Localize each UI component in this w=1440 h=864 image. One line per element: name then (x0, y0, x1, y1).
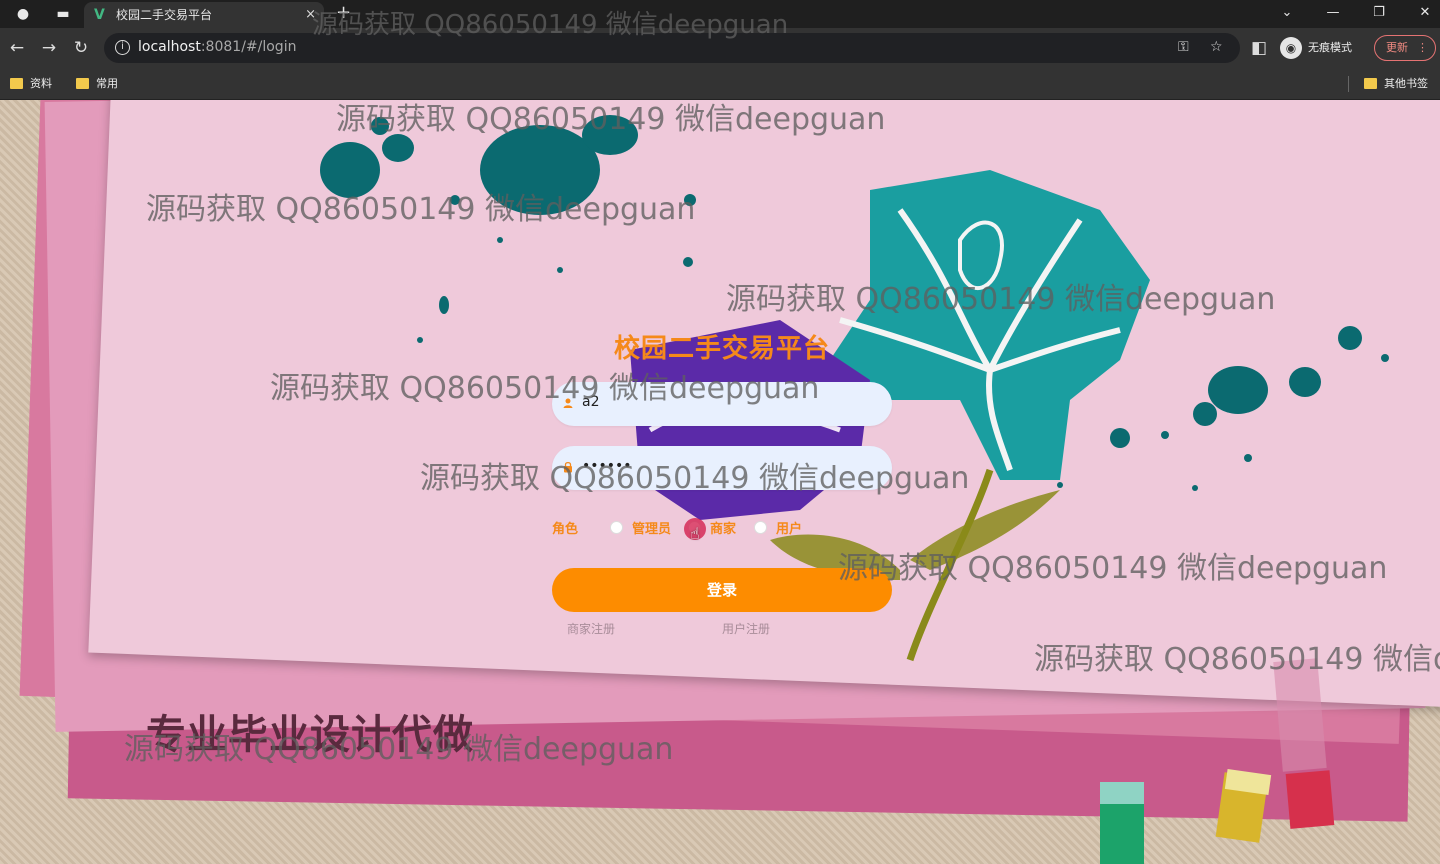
login-button[interactable]: 登录 (552, 568, 892, 612)
bookmark-star-icon[interactable]: ☆ (1210, 39, 1223, 55)
minimize-icon[interactable]: — (1318, 2, 1348, 24)
page-viewport: 校园二手交易平台 a2 •••••• 角色 管理员 商家 用户 ☝ 登录 商家注… (0, 100, 1440, 864)
folder-icon (76, 78, 89, 89)
url-host: localhost (138, 39, 201, 55)
forward-icon[interactable]: → (38, 37, 60, 59)
bookmark-folder-changyong[interactable]: 常用 (74, 74, 118, 94)
merchant-register-link[interactable]: 商家注册 (567, 620, 615, 637)
tab-search-chevron-icon[interactable]: ⌄ (1272, 2, 1302, 24)
back-icon[interactable]: ← (6, 37, 28, 59)
role-radio-admin[interactable] (610, 521, 623, 534)
browser-tab-active[interactable]: V 校园二手交易平台 × (84, 2, 324, 28)
restore-icon[interactable]: ❐ (1364, 2, 1394, 24)
new-tab-icon[interactable]: + (336, 2, 351, 23)
role-label-admin[interactable]: 管理员 (632, 518, 671, 537)
update-label: 更新 (1386, 41, 1408, 54)
address-url[interactable]: localhost:8081/#/login (138, 39, 296, 55)
browser-tab-bar: ● ▬ V 校园二手交易平台 × + ⌄ — ❐ ✕ (0, 0, 1440, 28)
reload-icon[interactable]: ↻ (70, 37, 92, 59)
slogan-text: 专业毕业设计代做 (146, 712, 474, 758)
tab-close-icon[interactable]: × (305, 2, 316, 28)
folder-icon (1364, 78, 1377, 89)
incognito-indicator[interactable]: ◉ 无痕模式 (1280, 36, 1352, 60)
folder-icon (10, 78, 23, 89)
bookmark-label: 常用 (96, 77, 118, 90)
incognito-label: 无痕模式 (1308, 41, 1352, 54)
username-input[interactable]: a2 (552, 382, 892, 426)
bookmarks-bar: 资料 常用 其他书签 (0, 68, 1440, 100)
site-info-icon[interactable]: i (115, 40, 130, 55)
hand-cursor-icon: ☝ (690, 524, 700, 543)
password-input[interactable]: •••••• (552, 446, 892, 490)
key-icon[interactable]: ⚿ (1178, 39, 1189, 55)
page-title: 校园二手交易平台 (613, 334, 830, 364)
other-bookmarks-label: 其他书签 (1384, 77, 1428, 90)
password-value: •••••• (582, 458, 632, 474)
role-label: 角色 (552, 522, 579, 537)
address-bar[interactable]: i localhost:8081/#/login ⚿ ☆ (104, 33, 1240, 63)
browser-nav-bar: ← → ↻ i localhost:8081/#/login ⚿ ☆ ◧ ◉ 无… (0, 28, 1440, 68)
tab-overview-icon[interactable]: ▬ (52, 4, 74, 24)
user-icon (563, 398, 573, 408)
bookmark-separator (1348, 76, 1349, 92)
user-register-link[interactable]: 用户注册 (722, 620, 770, 637)
more-menu-icon[interactable]: ⋮ (1417, 36, 1428, 60)
tab-title: 校园二手交易平台 (116, 8, 213, 22)
role-selector: 角色 管理员 商家 用户 (552, 518, 892, 538)
update-button[interactable]: 更新 ⋮ (1374, 35, 1436, 61)
close-window-icon[interactable]: ✕ (1410, 2, 1440, 24)
role-label-merchant[interactable]: 商家 (710, 518, 736, 537)
incognito-icon: ◉ (1280, 37, 1302, 59)
bookmark-label: 资料 (30, 77, 52, 90)
role-label-user[interactable]: 用户 (776, 518, 802, 537)
other-bookmarks[interactable]: 其他书签 (1362, 74, 1428, 94)
username-value: a2 (582, 394, 600, 410)
side-panel-icon[interactable]: ◧ (1248, 37, 1270, 59)
url-path: :8081/#/login (200, 39, 297, 55)
role-radio-user[interactable] (754, 521, 767, 534)
vue-logo-icon: V (94, 7, 105, 23)
browser-menu-icon[interactable]: ● (12, 4, 34, 24)
lock-icon (564, 461, 572, 473)
bookmark-folder-ziliao[interactable]: 资料 (8, 74, 52, 94)
